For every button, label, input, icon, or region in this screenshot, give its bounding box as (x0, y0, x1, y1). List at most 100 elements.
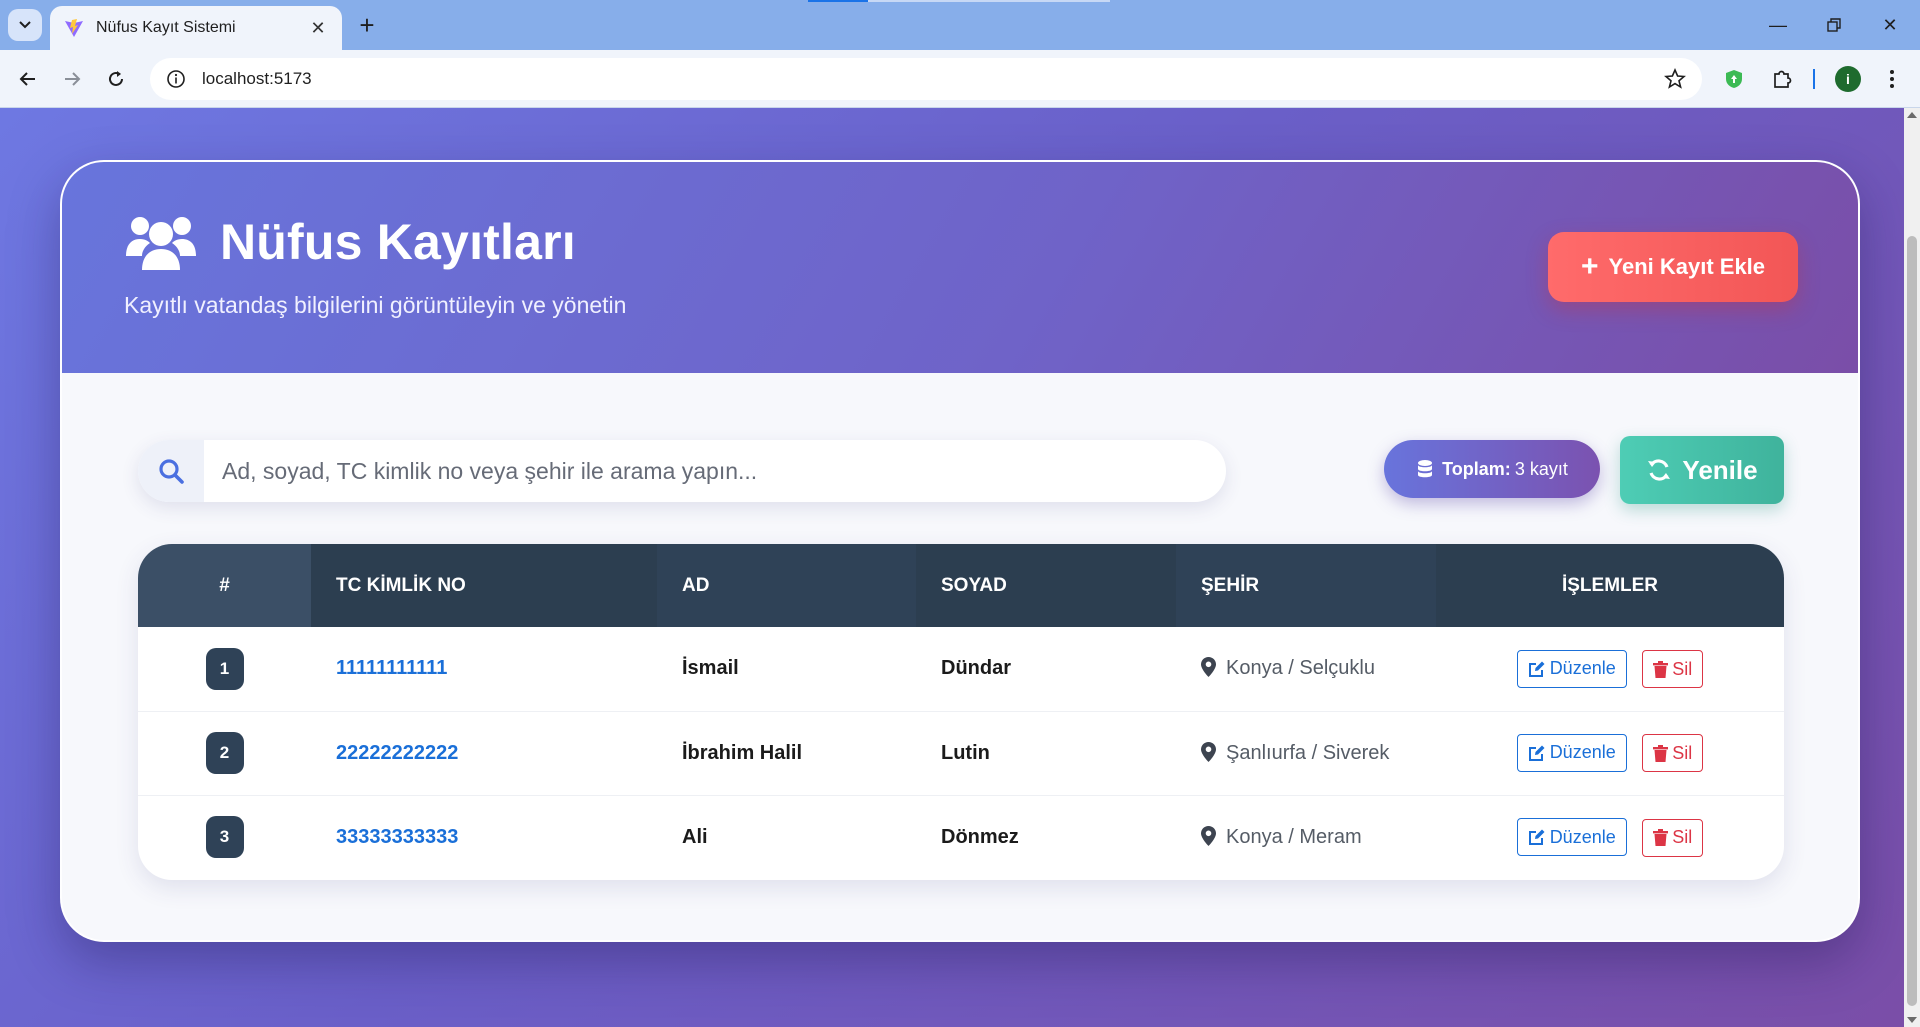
table-row: 2 22222222222 İbrahim Halil Lutin Şanlıu… (138, 711, 1784, 795)
plus-icon: + (1580, 250, 1599, 283)
actions-cell: Düzenle Sil (1436, 711, 1784, 795)
trash-icon (1653, 829, 1669, 846)
search-icon (159, 459, 184, 484)
puzzle-icon (1774, 70, 1792, 88)
column-header-sehir: ŞEHİR (1176, 544, 1436, 627)
database-icon (1418, 460, 1433, 478)
city-text: Şanlıurfa / Siverek (1226, 741, 1390, 764)
edit-button[interactable]: Düzenle (1516, 818, 1627, 856)
extension-shield-button[interactable] (1718, 63, 1750, 95)
avatar: i (1835, 66, 1861, 92)
last-name-cell: Dönmez (941, 825, 1019, 848)
browser-toolbar: localhost:5173 i (0, 50, 1920, 108)
search-icon-box (138, 440, 204, 502)
site-info-icon[interactable] (166, 69, 186, 89)
restore-icon (1827, 18, 1841, 32)
refresh-icon (1648, 459, 1671, 481)
minimize-window-button[interactable]: — (1750, 10, 1806, 40)
arrow-left-icon (19, 72, 35, 86)
delete-label: Sil (1672, 658, 1693, 679)
map-pin-icon (1201, 657, 1216, 678)
edit-label: Düzenle (1549, 658, 1616, 678)
city-text: Konya / Selçuklu (1226, 657, 1375, 680)
tc-number-cell: 22222222222 (336, 741, 459, 764)
delete-button[interactable]: Sil (1642, 734, 1704, 773)
main-card: Nüfus Kayıtları Kayıtlı vatandaş bilgile… (60, 160, 1860, 942)
edit-icon (1528, 829, 1545, 845)
column-header-ad: AD (657, 544, 916, 627)
column-header-index: # (138, 544, 311, 627)
first-name-cell: Ali (682, 825, 708, 848)
table-row: 3 33333333333 Ali Dönmez Konya / Meram D… (138, 795, 1784, 879)
column-header-soyad: SOYAD (916, 544, 1176, 627)
page-header: Nüfus Kayıtları Kayıtlı vatandaş bilgile… (62, 162, 1858, 373)
search-input[interactable] (204, 440, 1226, 502)
title-row: Nüfus Kayıtları (124, 212, 576, 272)
page-background: Nüfus Kayıtları Kayıtlı vatandaş bilgile… (0, 108, 1904, 1027)
reload-icon (109, 71, 123, 86)
close-tab-icon[interactable]: ✕ (308, 18, 328, 39)
edit-icon (1528, 745, 1545, 761)
tc-number-cell: 33333333333 (336, 825, 459, 848)
browser-tab[interactable]: Nüfus Kayıt Sistemi ✕ (50, 6, 342, 50)
trash-icon (1653, 744, 1669, 762)
row-index-badge: 1 (205, 647, 244, 690)
tab-search-button[interactable] (8, 9, 42, 41)
scroll-up-icon[interactable] (1907, 112, 1917, 118)
row-index-badge: 2 (205, 732, 244, 774)
total-value: 3 kayıt (1514, 458, 1568, 479)
vite-favicon-icon (65, 19, 83, 37)
loading-indicator (808, 0, 1110, 2)
kebab-menu-icon (1890, 70, 1894, 88)
map-pin-icon (1201, 825, 1216, 846)
shield-icon (1726, 70, 1742, 88)
last-name-cell: Dündar (941, 657, 1011, 680)
edit-label: Düzenle (1549, 742, 1616, 763)
page-subtitle: Kayıtlı vatandaş bilgilerini görüntüleyi… (124, 292, 627, 318)
delete-label: Sil (1672, 742, 1693, 763)
edit-button[interactable]: Düzenle (1516, 733, 1627, 772)
address-bar[interactable]: localhost:5173 (150, 58, 1702, 100)
page-title: Nüfus Kayıtları (220, 214, 576, 270)
page-scrollbar[interactable] (1904, 108, 1920, 1027)
trash-icon (1653, 660, 1669, 678)
actions-cell: Düzenle Sil (1436, 795, 1784, 879)
arrow-right-icon (65, 72, 81, 86)
scroll-down-icon[interactable] (1907, 1017, 1917, 1023)
url-text[interactable]: localhost:5173 (202, 69, 1664, 89)
bookmark-star-icon[interactable] (1664, 68, 1686, 90)
profile-button[interactable]: i (1832, 63, 1864, 95)
new-tab-button[interactable]: + (352, 10, 382, 40)
actions-cell: Düzenle Sil (1436, 627, 1784, 711)
refresh-label: Yenile (1682, 454, 1758, 485)
add-record-button[interactable]: + Yeni Kayıt Ekle (1548, 232, 1798, 302)
browser-tab-strip: Nüfus Kayıt Sistemi ✕ + — ✕ (0, 0, 1920, 50)
delete-button[interactable]: Sil (1642, 650, 1704, 688)
column-header-tc: TC KİMLİK NO (311, 544, 657, 627)
forward-button[interactable] (56, 63, 88, 95)
restore-window-button[interactable] (1806, 10, 1862, 40)
column-header-islemler: İŞLEMLER (1436, 544, 1784, 627)
users-icon (126, 217, 196, 270)
delete-label: Sil (1672, 827, 1693, 847)
table-header-row: # TC KİMLİK NO AD SOYAD ŞEHİR İŞLEMLER (138, 544, 1784, 627)
tab-title: Nüfus Kayıt Sistemi (96, 19, 236, 36)
edit-icon (1528, 661, 1545, 677)
city-text: Konya / Meram (1226, 825, 1362, 848)
refresh-button[interactable]: Yenile (1620, 436, 1784, 504)
scrollbar-thumb[interactable] (1907, 236, 1917, 1006)
reload-button[interactable] (100, 63, 132, 95)
browser-menu-button[interactable] (1876, 63, 1908, 95)
edit-button[interactable]: Düzenle (1516, 649, 1627, 688)
table-row: 1 11111111111 İsmail Dündar Konya / Selç… (138, 627, 1784, 711)
total-count-badge: Toplam: 3 kayıt (1384, 440, 1600, 498)
search-bar (138, 440, 1226, 502)
map-pin-icon (1201, 741, 1216, 762)
chevron-down-icon (19, 21, 31, 29)
close-window-button[interactable]: ✕ (1862, 10, 1918, 40)
first-name-cell: İbrahim Halil (682, 741, 803, 764)
back-button[interactable] (12, 63, 44, 95)
delete-button[interactable]: Sil (1642, 818, 1704, 857)
city-cell: Şanlıurfa / Siverek (1176, 711, 1436, 795)
extensions-button[interactable] (1766, 63, 1798, 95)
